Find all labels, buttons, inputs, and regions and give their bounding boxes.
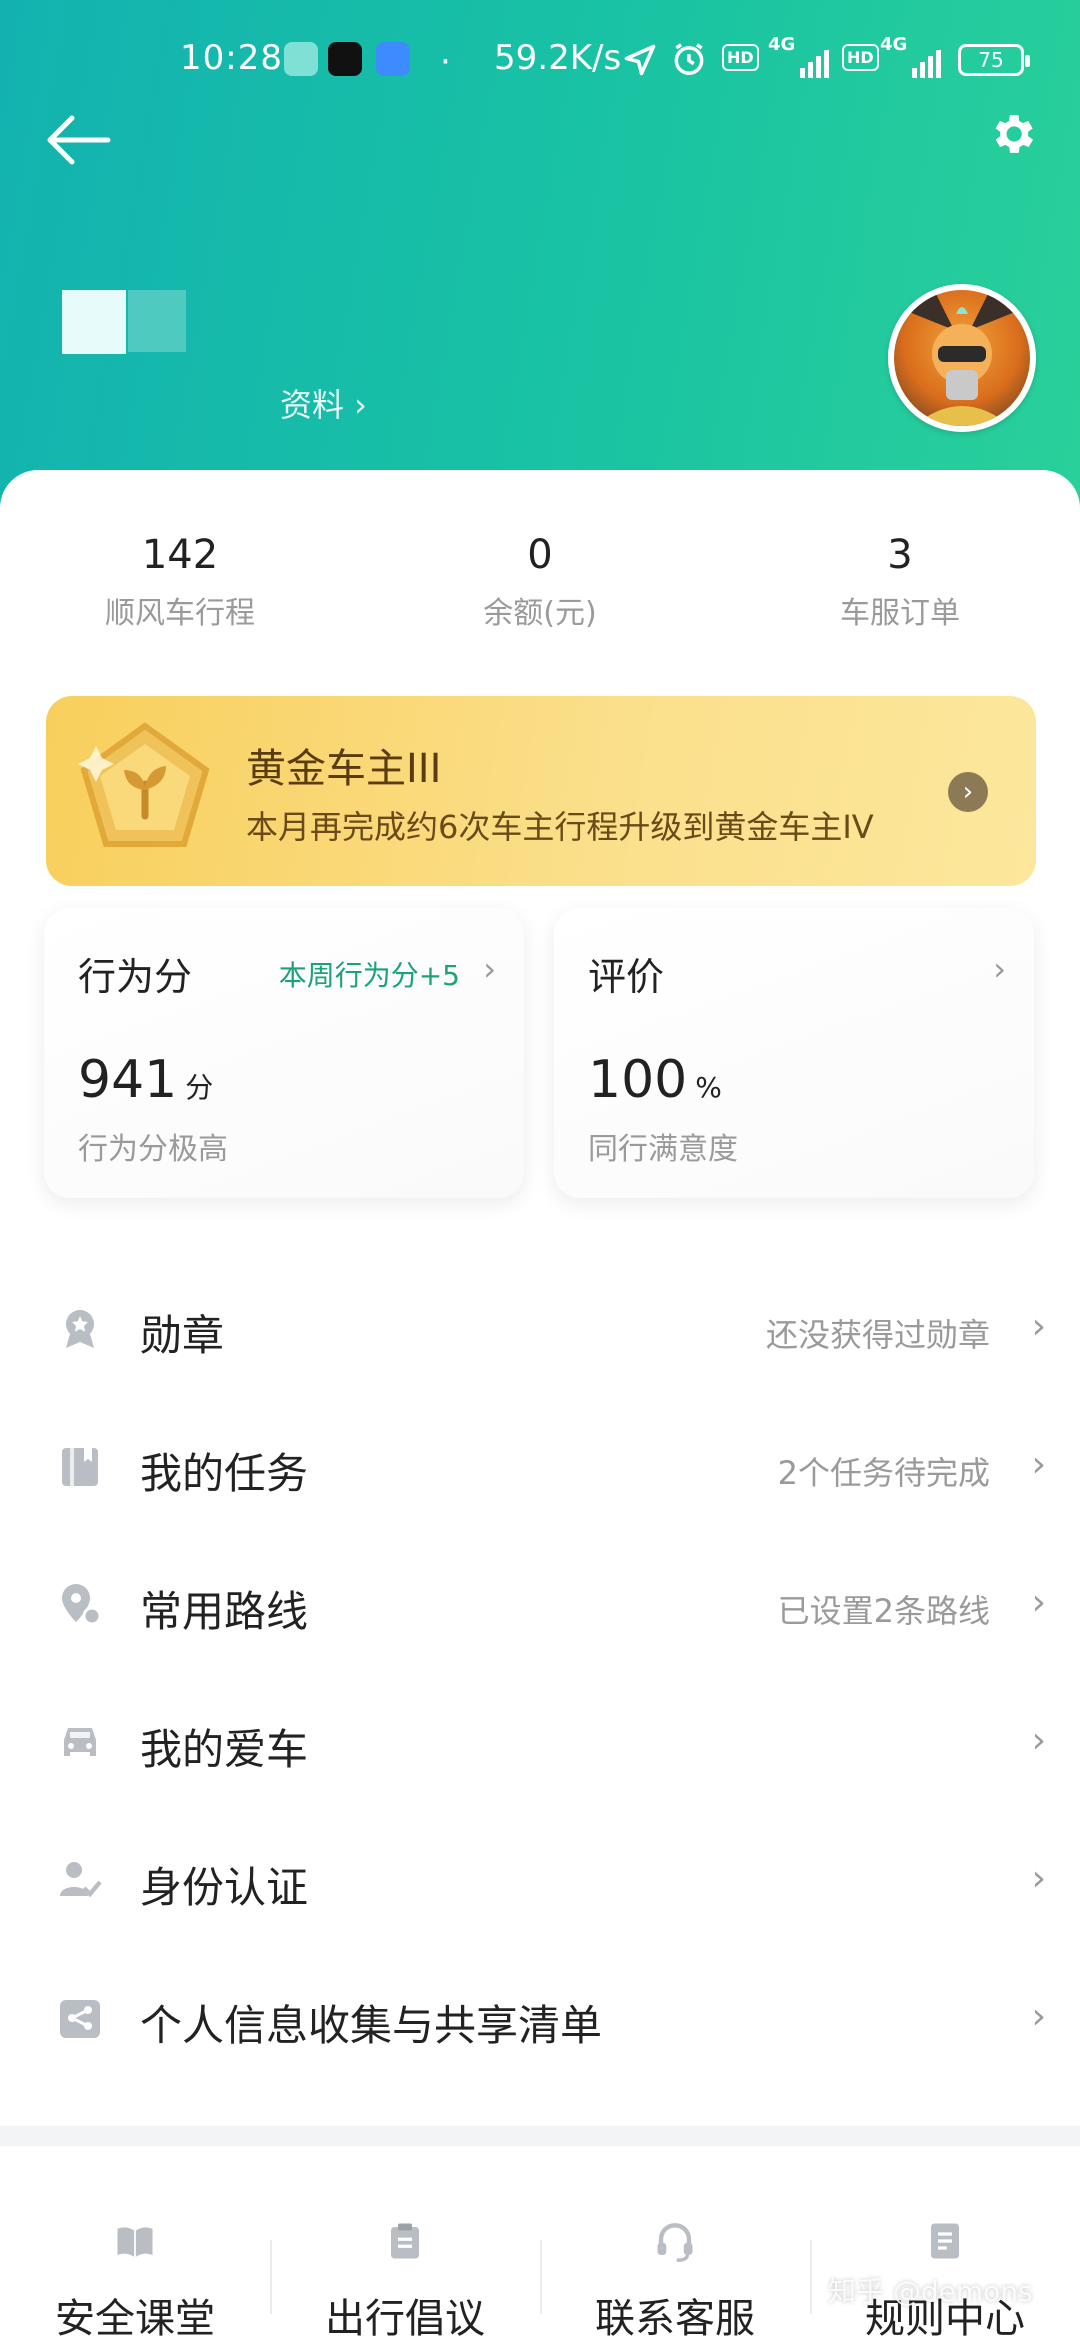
tab-rules-center[interactable]: 规则中心	[810, 2146, 1080, 2342]
alarm-icon	[674, 43, 704, 75]
level-title: 黄金车主III	[246, 746, 442, 792]
car-icon	[64, 1728, 96, 1756]
menu-meta: 2个任务待完成	[777, 1454, 990, 1492]
menu-label: 我的爱车	[140, 1725, 309, 1774]
stat-label: 顺风车行程	[105, 596, 255, 631]
tiktok-icon	[328, 42, 362, 76]
message-app-icon	[376, 42, 410, 76]
chevron-right-icon: ›	[1031, 1720, 1046, 1761]
stat-balance[interactable]: 0 余额(元)	[390, 532, 690, 632]
hd-badge: HD	[722, 44, 759, 71]
tab-separator	[540, 2240, 542, 2314]
menu-label: 常用路线	[140, 1587, 309, 1636]
behavior-score-card[interactable]: 行为分 本周行为分+5 › 941 分 行为分极高	[44, 908, 524, 1198]
chevron-right-icon: ›	[993, 950, 1006, 988]
level-card[interactable]: 黄金车主III 本月再完成约6次车主行程升级到黄金车主IV ›	[46, 696, 1036, 886]
battery-indicator: 75	[958, 44, 1030, 76]
menu-label: 我的任务	[140, 1449, 309, 1498]
menu-label: 身份认证	[140, 1863, 309, 1912]
stat-value: 3	[887, 532, 913, 578]
tab-travel-initiative[interactable]: 出行倡议	[270, 2146, 540, 2342]
hd-badge-2: HD	[842, 44, 879, 71]
id-verify-icon	[60, 1862, 102, 1898]
menu-meta: 还没获得过勋章	[765, 1316, 990, 1354]
menu-item-my-car[interactable]: 我的爱车 ›	[0, 1674, 1080, 1812]
chevron-right-icon: ›	[1031, 1582, 1046, 1623]
tab-separator	[810, 2240, 812, 2314]
signal-icon-2	[912, 44, 941, 78]
score-caption: 行为分极高	[78, 1132, 228, 1167]
chevron-right-icon: ›	[1031, 1444, 1046, 1485]
watermark: 知乎 @demons	[828, 2275, 1033, 2308]
section-divider	[0, 2126, 1080, 2146]
share-list-icon	[60, 2000, 100, 2038]
rating-card[interactable]: 评价 › 100% 同行满意度	[554, 908, 1034, 1198]
card-title: 行为分	[78, 955, 193, 999]
avatar-image	[904, 290, 1020, 426]
signal-icon	[800, 44, 829, 78]
clipboard-icon	[391, 2223, 419, 2259]
menu-item-badges[interactable]: 勋章 还没获得过勋章 ›	[0, 1260, 1080, 1398]
chevron-right-icon: ›	[1031, 1996, 1046, 2037]
chevron-right-icon: ›	[483, 950, 496, 988]
rating-caption: 同行满意度	[588, 1132, 738, 1167]
tab-separator	[270, 2240, 272, 2314]
menu-label: 个人信息收集与共享清单	[140, 2001, 603, 2050]
book-icon	[117, 2227, 153, 2257]
menu-label: 勋章	[140, 1311, 225, 1360]
menu-item-identity[interactable]: 身份认证 ›	[0, 1812, 1080, 1950]
rating-unit: %	[695, 1071, 722, 1104]
card-title: 评价	[588, 955, 665, 999]
tab-safety-class[interactable]: 安全课堂	[0, 2146, 270, 2342]
tab-label: 安全课堂	[55, 2296, 215, 2342]
tab-customer-service[interactable]: 联系客服	[540, 2146, 810, 2342]
score-value: 941	[78, 1050, 178, 1110]
chevron-right-icon: ›	[1031, 1306, 1046, 1347]
back-arrow-icon[interactable]	[44, 110, 114, 170]
document-icon	[931, 2223, 959, 2259]
badge-icon	[66, 1310, 94, 1348]
status-bar: 10:28 · 59.2K/s HD 4G HD 4G 75	[0, 34, 1080, 86]
task-icon	[62, 1448, 98, 1486]
chevron-right-icon[interactable]: ›	[948, 772, 988, 812]
stat-trips[interactable]: 142 顺风车行程	[30, 532, 330, 632]
menu-item-privacy-list[interactable]: 个人信息收集与共享清单 ›	[0, 1950, 1080, 2088]
profile-link[interactable]: 资料 ›	[280, 380, 367, 426]
network-speed: 59.2K/s	[494, 38, 622, 78]
headset-icon	[657, 2223, 693, 2262]
gold-medal-icon	[78, 722, 210, 847]
tab-label: 联系客服	[595, 2296, 755, 2342]
stat-value: 142	[141, 532, 219, 578]
dot-icon: ·	[440, 42, 451, 82]
navigation-arrow-icon	[624, 44, 656, 76]
rating-value-wrap: 100%	[588, 1050, 722, 1110]
network-type: 4G	[768, 34, 796, 55]
stat-label: 车服订单	[840, 596, 960, 631]
stat-value: 0	[527, 532, 553, 578]
weekly-score-note: 本周行为分+5	[278, 959, 460, 992]
route-icon	[62, 1584, 102, 1626]
menu-meta: 已设置2条路线	[777, 1592, 990, 1630]
tab-label: 出行倡议	[325, 2296, 485, 2342]
stat-label: 余额(元)	[483, 596, 597, 631]
score-unit: 分	[185, 1071, 214, 1104]
user-name-redacted-2	[128, 290, 186, 352]
score-value-wrap: 941 分	[78, 1050, 213, 1110]
stats-row: 142 顺风车行程 0 余额(元) 3 车服订单	[0, 532, 1080, 652]
chevron-right-icon: ›	[1031, 1858, 1046, 1899]
avatar[interactable]	[888, 284, 1036, 432]
location-status-icon	[284, 42, 318, 76]
stat-orders[interactable]: 3 车服订单	[750, 532, 1050, 632]
level-subtitle: 本月再完成约6次车主行程升级到黄金车主IV	[246, 808, 874, 846]
menu-item-tasks[interactable]: 我的任务 2个任务待完成 ›	[0, 1398, 1080, 1536]
network-type-2: 4G	[880, 34, 908, 55]
user-name-redacted	[62, 290, 126, 354]
settings-gear-icon[interactable]	[986, 108, 1038, 160]
status-time: 10:28	[180, 38, 283, 78]
rating-value: 100	[588, 1050, 688, 1110]
menu-item-routes[interactable]: 常用路线 已设置2条路线 ›	[0, 1536, 1080, 1674]
